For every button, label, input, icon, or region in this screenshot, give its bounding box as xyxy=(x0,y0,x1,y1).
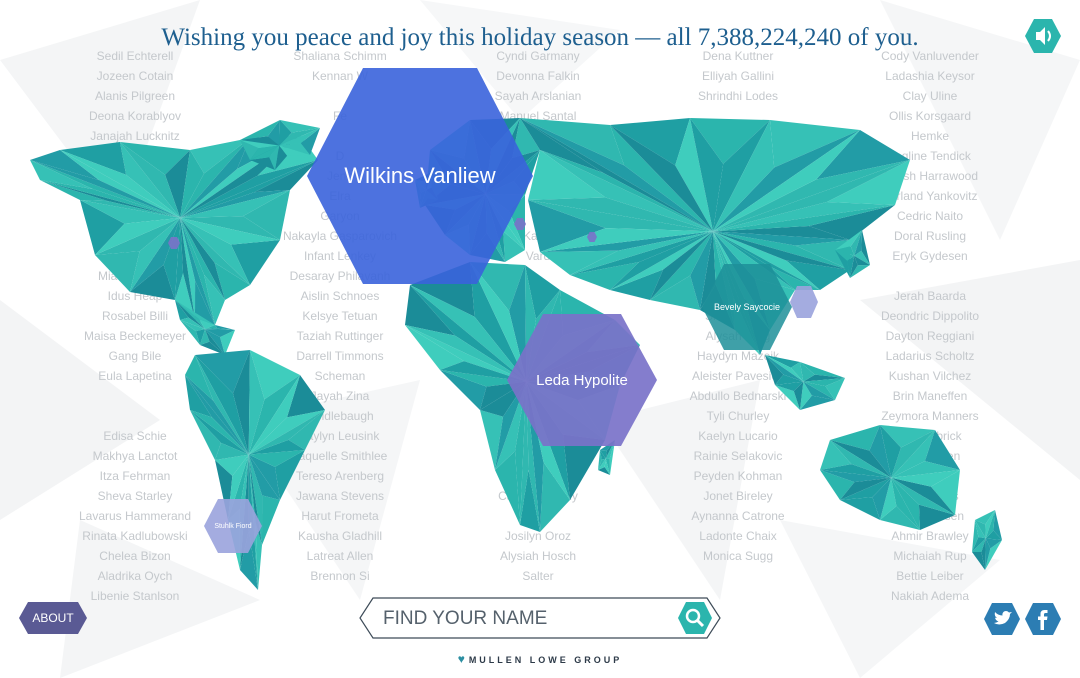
sound-toggle-button[interactable] xyxy=(1024,18,1062,54)
search-button[interactable] xyxy=(677,601,713,635)
search-icon xyxy=(678,602,712,634)
search-input[interactable] xyxy=(381,603,665,635)
map-facet xyxy=(262,495,280,545)
featured-name-south-america-label: Stuhlk Fiord xyxy=(214,522,252,530)
featured-name-south-america[interactable]: Stuhlk Fiord xyxy=(203,498,263,554)
featured-name-africa-label: Leda Hypolite xyxy=(536,371,628,389)
featured-name-large-label: Wilkins Vanliew xyxy=(344,163,496,188)
featured-name-asia-label: Bevely Saycocie xyxy=(713,302,781,312)
facebook-icon xyxy=(1025,603,1061,635)
featured-name-large[interactable]: Wilkins Vanliew xyxy=(305,66,535,286)
brand-name: MULLEN LOWE GROUP xyxy=(468,655,623,665)
featured-name-asia[interactable]: Bevely Saycocie xyxy=(700,262,794,352)
search-bar xyxy=(359,597,721,639)
facebook-button[interactable] xyxy=(1024,602,1062,636)
twitter-button[interactable] xyxy=(983,602,1021,636)
footer-brand: ♥ MULLEN LOWE GROUP xyxy=(0,652,1080,666)
small-marker-hex[interactable] xyxy=(789,285,819,319)
twitter-icon xyxy=(984,603,1020,635)
heart-icon: ♥ xyxy=(457,652,465,666)
about-button[interactable]: ABOUT xyxy=(18,601,88,635)
speaker-icon xyxy=(1025,19,1061,53)
about-label: ABOUT xyxy=(32,611,74,625)
page-headline: Wishing you peace and joy this holiday s… xyxy=(161,24,919,51)
featured-name-africa[interactable]: Leda Hypolite xyxy=(505,312,659,448)
stage: Sedil Echterell Jozeen Cotain Alanis Pilgr… xyxy=(0,0,1080,678)
